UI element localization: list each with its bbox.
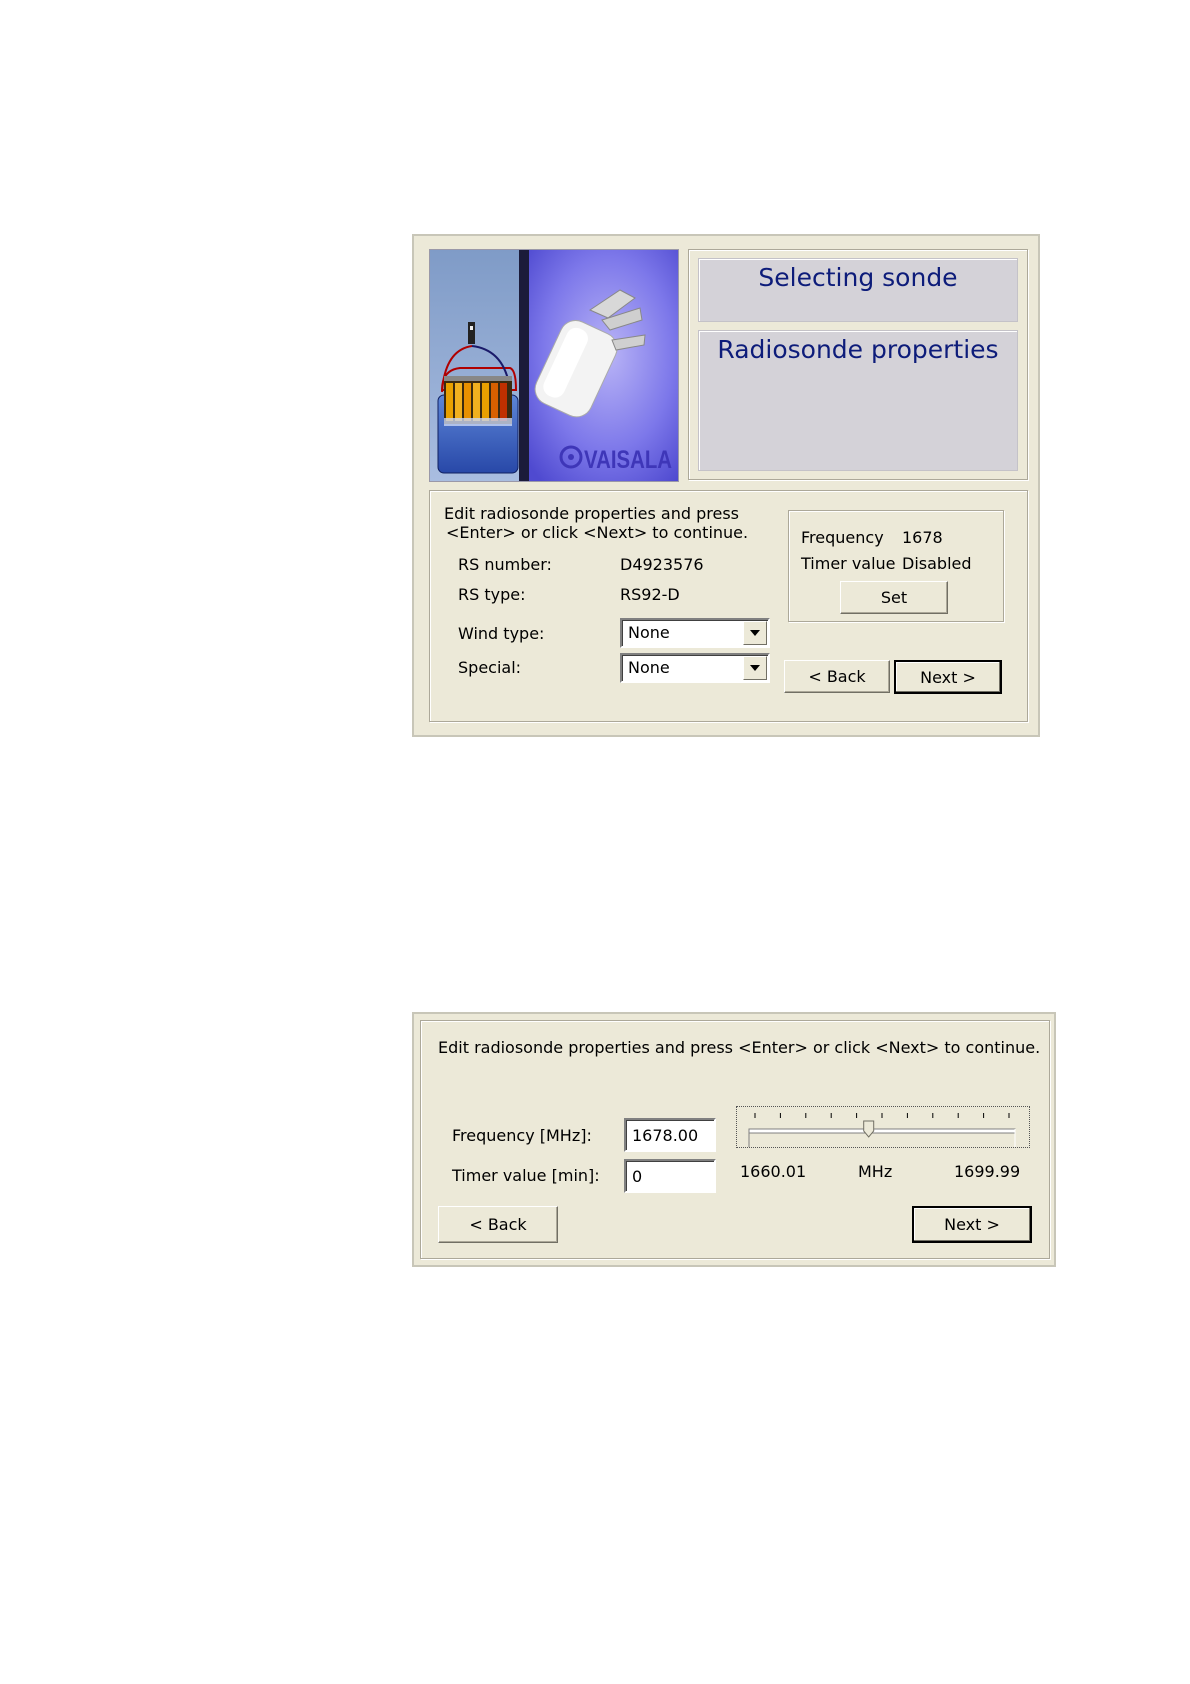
subtitle-panel: Radiosonde properties xyxy=(698,330,1018,471)
frequency-field[interactable] xyxy=(624,1118,716,1152)
sonde-illustration: VAISALA xyxy=(429,249,679,482)
frequency-mhz-label: Frequency [MHz]: xyxy=(452,1126,592,1145)
chevron-down-icon[interactable] xyxy=(743,621,767,645)
chevron-down-icon[interactable] xyxy=(743,656,767,680)
special-label: Special: xyxy=(458,658,522,677)
wind-type-label: Wind type: xyxy=(458,624,545,643)
slider-unit-label: MHz xyxy=(858,1162,893,1181)
rs-type-label: RS type: xyxy=(458,585,526,604)
timer-label: Timer value xyxy=(801,554,896,573)
rs-number-label: RS number: xyxy=(458,555,552,574)
instructions-line1: Edit radiosonde properties and press xyxy=(444,504,740,523)
slider-max-label: 1699.99 xyxy=(954,1162,1021,1181)
timer-value: Disabled xyxy=(902,554,972,573)
next-button[interactable]: Next > xyxy=(894,660,1002,694)
frequency-slider[interactable] xyxy=(736,1106,1030,1148)
timer-field[interactable] xyxy=(624,1159,716,1193)
back-button[interactable]: < Back xyxy=(438,1206,558,1243)
radiosonde-frequency-dialog: Edit radiosonde properties and press <En… xyxy=(412,1012,1056,1267)
special-select[interactable]: None xyxy=(620,653,770,683)
wind-type-select[interactable]: None xyxy=(620,618,770,648)
page-subtitle: Radiosonde properties xyxy=(717,335,999,364)
frequency-value: 1678 xyxy=(902,528,943,547)
timer-min-label: Timer value [min]: xyxy=(452,1166,600,1185)
special-value: None xyxy=(628,658,670,677)
slider-thumb[interactable] xyxy=(863,1120,875,1138)
set-button[interactable]: Set xyxy=(840,581,948,614)
frequency-label: Frequency xyxy=(801,528,884,547)
back-button[interactable]: < Back xyxy=(784,660,890,693)
next-button[interactable]: Next > xyxy=(912,1206,1032,1243)
title-panel: Selecting sonde xyxy=(698,258,1018,322)
instructions: Edit radiosonde properties and press <En… xyxy=(438,1038,1041,1057)
rs-type-value: RS92-D xyxy=(620,585,680,604)
radiosonde-properties-dialog: VAISALA Selecting sonde Radiosonde prope… xyxy=(412,234,1040,737)
slider-min-label: 1660.01 xyxy=(740,1162,807,1181)
wind-type-value: None xyxy=(628,623,670,642)
vaisala-logo: VAISALA xyxy=(584,446,672,474)
page-title: Selecting sonde xyxy=(758,263,958,292)
instructions-line2: <Enter> or click <Next> to continue. xyxy=(446,523,749,542)
rs-number-value: D4923576 xyxy=(620,555,704,574)
